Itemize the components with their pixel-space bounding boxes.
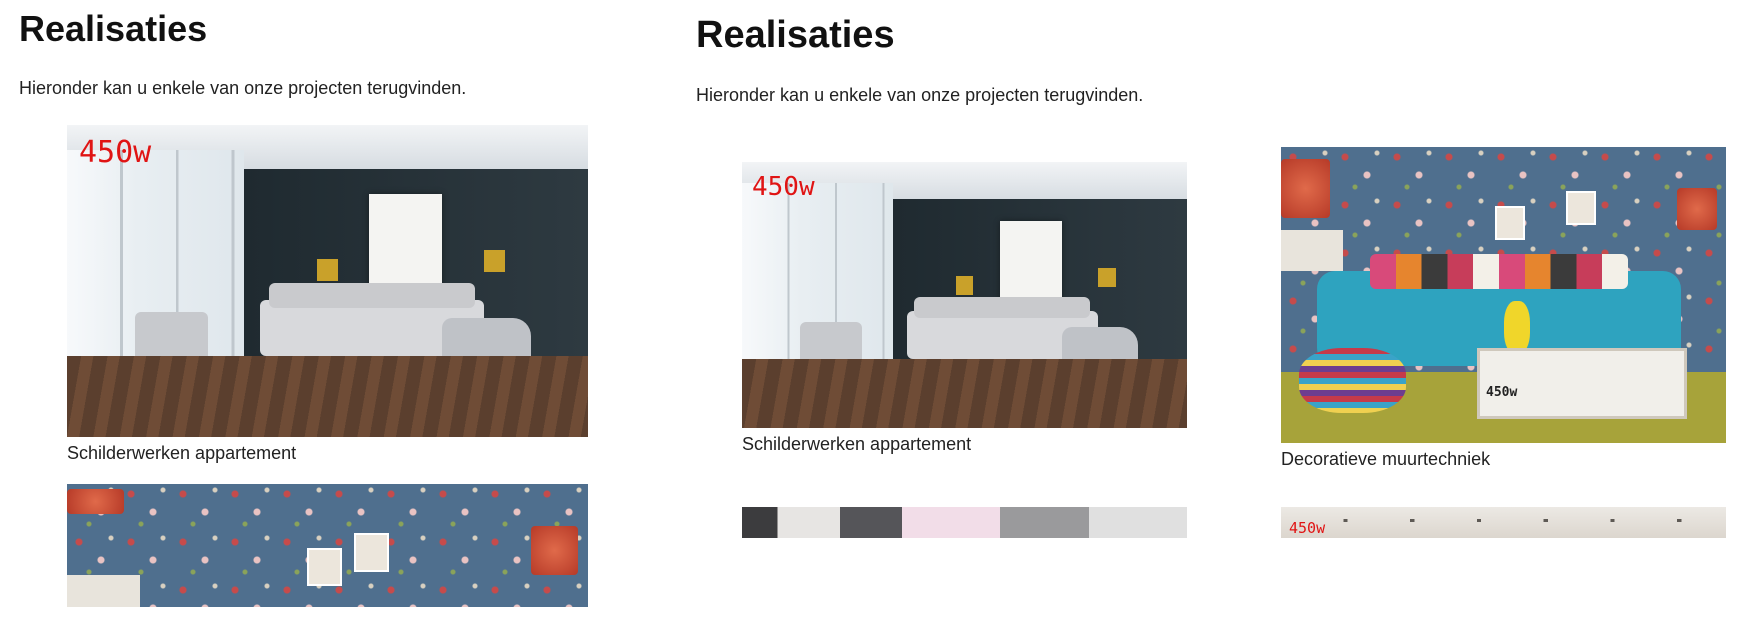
project-caption[interactable]: Schilderwerken appartement — [67, 443, 588, 464]
project-image-kitchen[interactable] — [742, 507, 1187, 538]
page-title: Realisaties — [696, 14, 895, 56]
project-card-kitchen[interactable] — [742, 507, 1187, 538]
project-image-ceiling[interactable]: 450w — [1281, 507, 1726, 538]
image-size-watermark: 450w — [79, 135, 152, 170]
living-room-photo — [67, 125, 588, 437]
image-size-watermark: 450w — [752, 172, 815, 202]
image-size-watermark: 450w — [1486, 385, 1518, 400]
project-image-floral-wall[interactable] — [67, 484, 588, 607]
realisaties-panel-wide: Realisaties Hieronder kan u enkele van o… — [696, 0, 1756, 538]
page-intro: Hieronder kan u enkele van onze projecte… — [19, 78, 467, 98]
project-image-living-room[interactable]: 450w — [67, 125, 588, 437]
kitchen-photo — [742, 507, 1187, 538]
floral-wallpaper-photo — [67, 484, 588, 607]
realisaties-panel-narrow: Realisaties Hieronder kan u enkele van o… — [19, 0, 609, 607]
project-card-wallpaper[interactable] — [67, 484, 588, 607]
project-card-ceiling[interactable]: 450w — [1281, 507, 1726, 538]
project-caption[interactable]: Schilderwerken appartement — [742, 434, 1187, 455]
project-image-living-room[interactable]: 450w — [742, 162, 1187, 428]
project-card-decorative[interactable]: 450w Decoratieve muurtechniek — [1281, 147, 1726, 470]
page-intro: Hieronder kan u enkele van onze projecte… — [696, 85, 1144, 105]
project-caption[interactable]: Decoratieve muurtechniek — [1281, 449, 1726, 470]
project-card-apartment[interactable]: 450w Schilderwerken appartement — [742, 162, 1187, 455]
project-image-decorative-wall[interactable]: 450w — [1281, 147, 1726, 443]
image-size-watermark: 450w — [1289, 519, 1326, 537]
project-card-apartment[interactable]: 450w Schilderwerken appartement — [67, 125, 588, 464]
page-title: Realisaties — [19, 8, 208, 49]
ceiling-photo — [1281, 507, 1726, 538]
